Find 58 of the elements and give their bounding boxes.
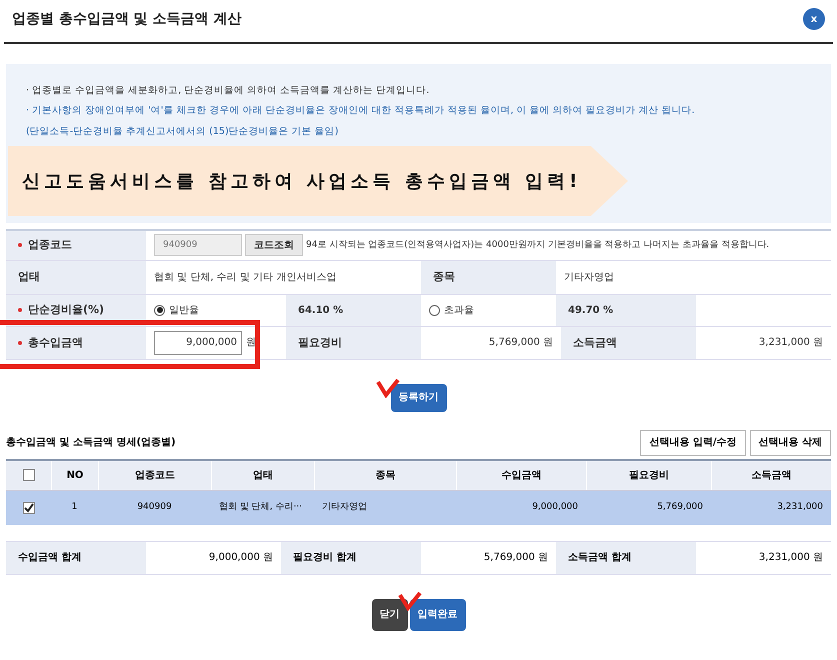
radio-label: 일반율 — [169, 304, 199, 318]
column-header: 필요경비 — [586, 460, 711, 490]
rate-value: 64.10 % — [286, 294, 421, 326]
table-cell-text: 3,231,000 — [776, 501, 824, 514]
field-label: 종목 — [421, 260, 556, 294]
code-field[interactable]: 940909 — [154, 234, 242, 256]
radio-button[interactable] — [429, 304, 440, 316]
check-mark-icon — [376, 378, 400, 398]
column-header: 소득금액 — [711, 460, 831, 490]
total-value: 3,231,000 원 — [758, 551, 824, 566]
column-header: 수입금액 — [456, 460, 586, 490]
check-mark-icon — [398, 590, 422, 611]
notice-text: (단일소득-단순경비율 추계신고서에서의 (15)단순경비율은 기본 율임) — [26, 124, 340, 138]
item-value: 기타자영업 — [563, 270, 615, 285]
column-header: 업태 — [211, 460, 314, 490]
total-value: 5,769,000 원 — [482, 551, 549, 566]
total-value: 9,000,000 원 — [208, 551, 274, 566]
field-label: 업종코드 — [6, 230, 146, 260]
column-header: 업종코드 — [98, 460, 211, 490]
expense-value: 5,769,000 원 — [488, 336, 554, 350]
register-button[interactable]: 등록하기 — [390, 384, 446, 412]
table-action-button[interactable]: 선택내용 입력/수정 — [640, 430, 746, 456]
field-label: 총수입금액 — [6, 326, 146, 359]
income-field[interactable]: 9,000,000 — [154, 330, 242, 355]
field-label: 소득금액 — [561, 326, 696, 359]
table-cell-text: 5,769,000 — [656, 501, 704, 514]
dialog-title: 업종별 총수입금액 및 소득금액 계산 — [12, 10, 242, 28]
table-action-button[interactable]: 선택내용 삭제 — [750, 430, 831, 456]
table-cell-text: 9,000,000 — [531, 501, 579, 514]
column-header: NO — [51, 460, 98, 490]
table-cell-text: 1 — [70, 501, 78, 514]
field-label: 필요경비 — [286, 326, 421, 359]
section-title: 총수입금액 및 소득금액 명세(업종별) — [6, 436, 176, 450]
table-cell-text: 940909 — [136, 501, 173, 514]
rate-value: 49.70 % — [556, 294, 696, 326]
notice-text: · 기본사항의 장애인여부에 '여'를 체크한 경우에 아래 단순경비율은 장애인에 대한 적용특례가 적용된 율이며, 이 율에 의하여 필요경비가 계산 됩니다. — [26, 104, 696, 118]
checkbox[interactable] — [22, 469, 34, 482]
column-header: 종목 — [314, 460, 456, 490]
total-label: 수입금액 합계 — [6, 542, 146, 574]
code-hint: 94로 시작되는 업종코드(인적용역사업자)는 4000만원까지 기본경비율을 적용하고 나머지는 초과율을 적용합니다. — [306, 238, 770, 252]
radio-label: 초과율 — [444, 304, 474, 318]
business-type-value: 협회 및 단체, 수리 및 기타 개인서비스업 — [153, 270, 338, 285]
table-cell-text: 기타자영업 — [321, 501, 368, 514]
table-row[interactable]: 1 940909 협회 및 단체, 수리··· 기타자영업 9,000,000 5,769,000 3,231,000 — [6, 490, 831, 525]
close-dialog-button[interactable]: 닫기 — [372, 598, 408, 631]
checkbox[interactable] — [22, 502, 34, 514]
notice-text: · 업종별로 수입금액을 세분화하고, 단순경비율에 의하여 소득금액를 계산하는 단계입니다. — [26, 84, 430, 98]
total-label: 필요경비 합계 — [281, 542, 421, 574]
profit-value: 3,231,000 원 — [758, 336, 824, 350]
radio-button[interactable] — [154, 304, 165, 316]
lookup-button[interactable]: 코드조회 — [245, 234, 303, 256]
callout-banner: 신고도움서비스를 참고하여 사업소득 총수입금액 입력! — [8, 146, 628, 216]
field-label: 업태 — [6, 260, 146, 294]
total-label: 소득금액 합계 — [556, 542, 696, 574]
table-cell-text: 협회 및 단체, 수리··· — [218, 501, 304, 514]
submit-button[interactable]: 입력완료 — [410, 598, 466, 631]
unit-label: 원 — [246, 336, 256, 350]
close-button[interactable]: x — [803, 8, 825, 30]
